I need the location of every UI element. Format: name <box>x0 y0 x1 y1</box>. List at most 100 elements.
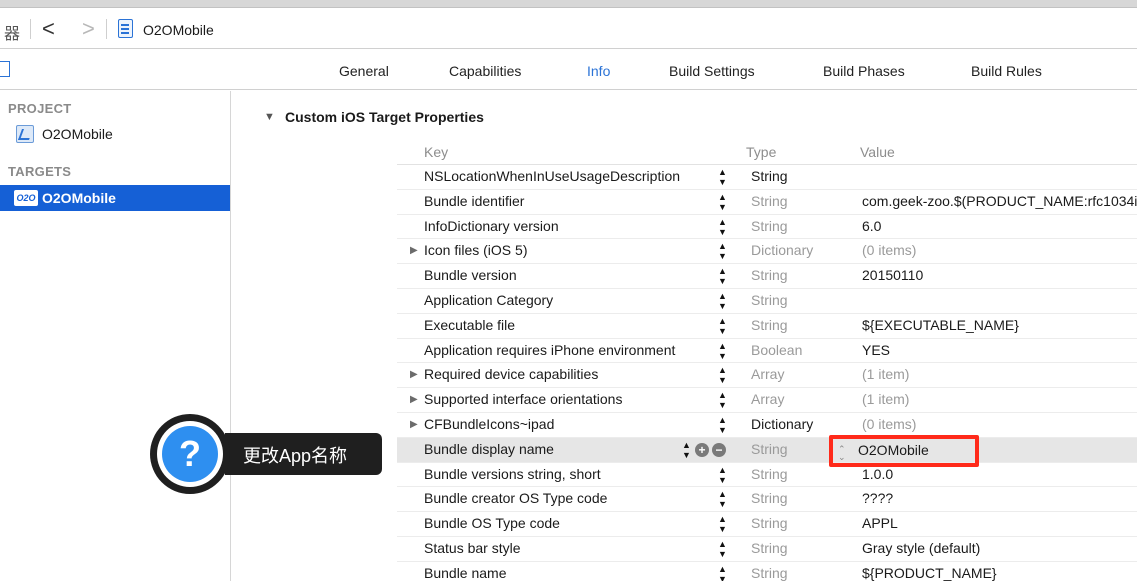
row-key[interactable]: Bundle display name <box>424 441 554 457</box>
column-header-type[interactable]: Type <box>746 144 776 160</box>
row-key[interactable]: Bundle version <box>424 267 517 283</box>
row-type[interactable]: Boolean <box>751 342 802 358</box>
key-stepper-icon[interactable]: ▲ ▼ <box>718 415 727 435</box>
row-key[interactable]: InfoDictionary version <box>424 218 559 234</box>
row-value[interactable]: (0 items) <box>862 242 1137 258</box>
remove-row-icon[interactable]: − <box>712 442 726 457</box>
key-stepper-icon[interactable]: ▲ ▼ <box>718 341 727 361</box>
table-row[interactable]: Bundle creator OS Type code ▲ ▼ String???? <box>397 487 1137 513</box>
row-value[interactable]: (1 item) <box>862 391 1137 407</box>
key-stepper-icon[interactable]: ▲ ▼ <box>718 217 727 237</box>
row-value[interactable]: ${PRODUCT_NAME} <box>862 565 1137 581</box>
sidebar-item-target[interactable]: O2O O2OMobile <box>0 185 230 211</box>
key-stepper-icon[interactable]: ▲ ▼ <box>718 266 727 286</box>
table-row[interactable]: Status bar style ▲ ▼ String Gray style (defa… <box>397 537 1137 562</box>
row-value[interactable]: ${EXECUTABLE_NAME} <box>862 317 1137 333</box>
row-type[interactable]: String <box>751 565 788 581</box>
row-value[interactable]: ???? <box>862 490 1137 506</box>
row-key[interactable]: Bundle creator OS Type code <box>424 490 607 506</box>
row-key[interactable]: Supported interface orientations <box>424 391 622 407</box>
table-row[interactable]: ▶ Required device capabilities ▲ ▼ Array (1 i… <box>397 363 1137 389</box>
table-row[interactable]: Bundle display name ▲ ▼ + − String ⌃ ⌄ O2OMobile <box>397 434 1137 467</box>
row-value[interactable]: (0 items) <box>862 416 1137 432</box>
table-row[interactable]: ▶ Supported interface orientations ▲ ▼ Array… <box>397 388 1137 413</box>
tab-build-settings[interactable]: Build Settings <box>669 63 755 79</box>
sidebar-item-project[interactable]: O2OMobile <box>0 121 230 147</box>
row-key[interactable]: Bundle identifier <box>424 193 524 209</box>
row-value[interactable]: 20150110 <box>862 267 1137 283</box>
key-stepper-icon[interactable]: ▲ ▼ <box>718 465 727 485</box>
key-stepper-icon[interactable]: ▲ ▼ <box>718 241 727 261</box>
disclosure-right-icon[interactable]: ▶ <box>410 369 418 380</box>
table-row[interactable]: InfoDictionary version ▲ ▼ String 6.0 <box>397 215 1137 240</box>
column-header-key[interactable]: Key <box>424 144 448 160</box>
row-key[interactable]: Application Category <box>424 292 553 308</box>
row-type[interactable]: String <box>751 490 788 506</box>
row-value[interactable]: 6.0 <box>862 218 1137 234</box>
key-stepper-icon[interactable]: ▲ ▼ <box>718 514 727 534</box>
table-row[interactable]: Bundle version ▲ ▼ String 20150110 <box>397 264 1137 289</box>
tab-info[interactable]: Info <box>587 63 610 79</box>
row-value[interactable]: 1.0.0 <box>862 466 1137 482</box>
table-row[interactable]: Bundle OS Type code ▲ ▼ String APPL <box>397 512 1137 537</box>
column-header-value[interactable]: Value <box>860 144 895 160</box>
row-type[interactable]: String <box>751 466 788 482</box>
disclosure-down-icon[interactable]: ▼ <box>264 111 275 123</box>
row-type[interactable]: String <box>751 292 788 308</box>
tab-general[interactable]: General <box>339 63 389 79</box>
row-key[interactable]: Bundle name <box>424 565 507 581</box>
table-row[interactable]: NSLocationWhenInUseUsageDescription ▲ ▼ Str… <box>397 165 1137 190</box>
row-type[interactable]: Dictionary <box>751 242 813 258</box>
forward-arrow-icon[interactable]: > <box>82 15 95 43</box>
row-key[interactable]: Bundle OS Type code <box>424 515 560 531</box>
disclosure-right-icon[interactable]: ▶ <box>410 245 418 256</box>
row-key[interactable]: Required device capabilities <box>424 366 598 382</box>
related-items-icon[interactable]: 器 <box>4 20 20 44</box>
table-row[interactable]: Application Category ▲ ▼ String <box>397 289 1137 314</box>
table-row[interactable]: Bundle versions string, short ▲ ▼ String 1.0… <box>397 463 1137 488</box>
row-value[interactable]: Gray style (default) <box>862 540 1137 556</box>
disclosure-right-icon[interactable]: ▶ <box>410 419 418 430</box>
row-type[interactable]: String <box>751 218 788 234</box>
row-key[interactable]: Executable file <box>424 317 515 333</box>
key-stepper-icon[interactable]: ▲ ▼ <box>718 192 727 212</box>
key-stepper-icon[interactable]: ▲ ▼ <box>718 564 727 581</box>
row-value[interactable]: O2OMobile <box>858 442 929 458</box>
row-type[interactable]: Array <box>751 366 784 382</box>
table-row[interactable]: Executable file ▲ ▼ String ${EXECUTABLE_NAME… <box>397 314 1137 339</box>
disclosure-right-icon[interactable]: ▶ <box>410 394 418 405</box>
key-stepper-icon[interactable]: ▲ ▼ <box>718 291 727 311</box>
key-stepper-icon[interactable]: ▲ ▼ <box>682 440 691 460</box>
key-stepper-icon[interactable]: ▲ ▼ <box>718 167 727 187</box>
table-row[interactable]: Bundle identifier ▲ ▼ String com.geek-zoo.$(… <box>397 190 1137 215</box>
value-popup-icon[interactable]: ⌃ ⌄ <box>838 444 846 461</box>
row-type[interactable]: Dictionary <box>751 416 813 432</box>
key-stepper-icon[interactable]: ▲ ▼ <box>718 390 727 410</box>
tab-capabilities[interactable]: Capabilities <box>449 63 521 79</box>
table-row[interactable]: ▶ CFBundleIcons~ipad ▲ ▼ Dictionary (0 items) <box>397 413 1137 438</box>
row-value[interactable]: (1 item) <box>862 366 1137 382</box>
row-type[interactable]: String <box>751 540 788 556</box>
row-key[interactable]: Application requires iPhone environment <box>424 342 675 358</box>
row-value[interactable]: YES <box>862 342 1137 358</box>
table-row[interactable]: Application requires iPhone environment ▲… <box>397 339 1137 364</box>
sidebar-toggle-icon[interactable] <box>0 61 10 77</box>
row-value[interactable]: APPL <box>862 515 1137 531</box>
row-type[interactable]: String <box>751 317 788 333</box>
row-key[interactable]: Bundle versions string, short <box>424 466 601 482</box>
row-type[interactable]: String <box>751 515 788 531</box>
back-arrow-icon[interactable]: < <box>42 15 55 43</box>
row-value[interactable]: com.geek-zoo.$(PRODUCT_NAME:rfc1034ident… <box>862 193 1137 209</box>
table-row[interactable]: ▶ Icon files (iOS 5) ▲ ▼ Dictionary (0 items) <box>397 239 1137 265</box>
row-type[interactable]: String <box>751 441 788 457</box>
row-type[interactable]: String <box>751 193 788 209</box>
key-stepper-icon[interactable]: ▲ ▼ <box>718 489 727 509</box>
row-key[interactable]: Status bar style <box>424 540 521 556</box>
add-row-icon[interactable]: + <box>695 442 709 457</box>
key-stepper-icon[interactable]: ▲ ▼ <box>718 365 727 385</box>
row-type[interactable]: String <box>751 267 788 283</box>
tab-build-rules[interactable]: Build Rules <box>971 63 1042 79</box>
tab-build-phases[interactable]: Build Phases <box>823 63 905 79</box>
row-key[interactable]: NSLocationWhenInUseUsageDescription <box>424 168 680 184</box>
row-key[interactable]: Icon files (iOS 5) <box>424 242 527 258</box>
